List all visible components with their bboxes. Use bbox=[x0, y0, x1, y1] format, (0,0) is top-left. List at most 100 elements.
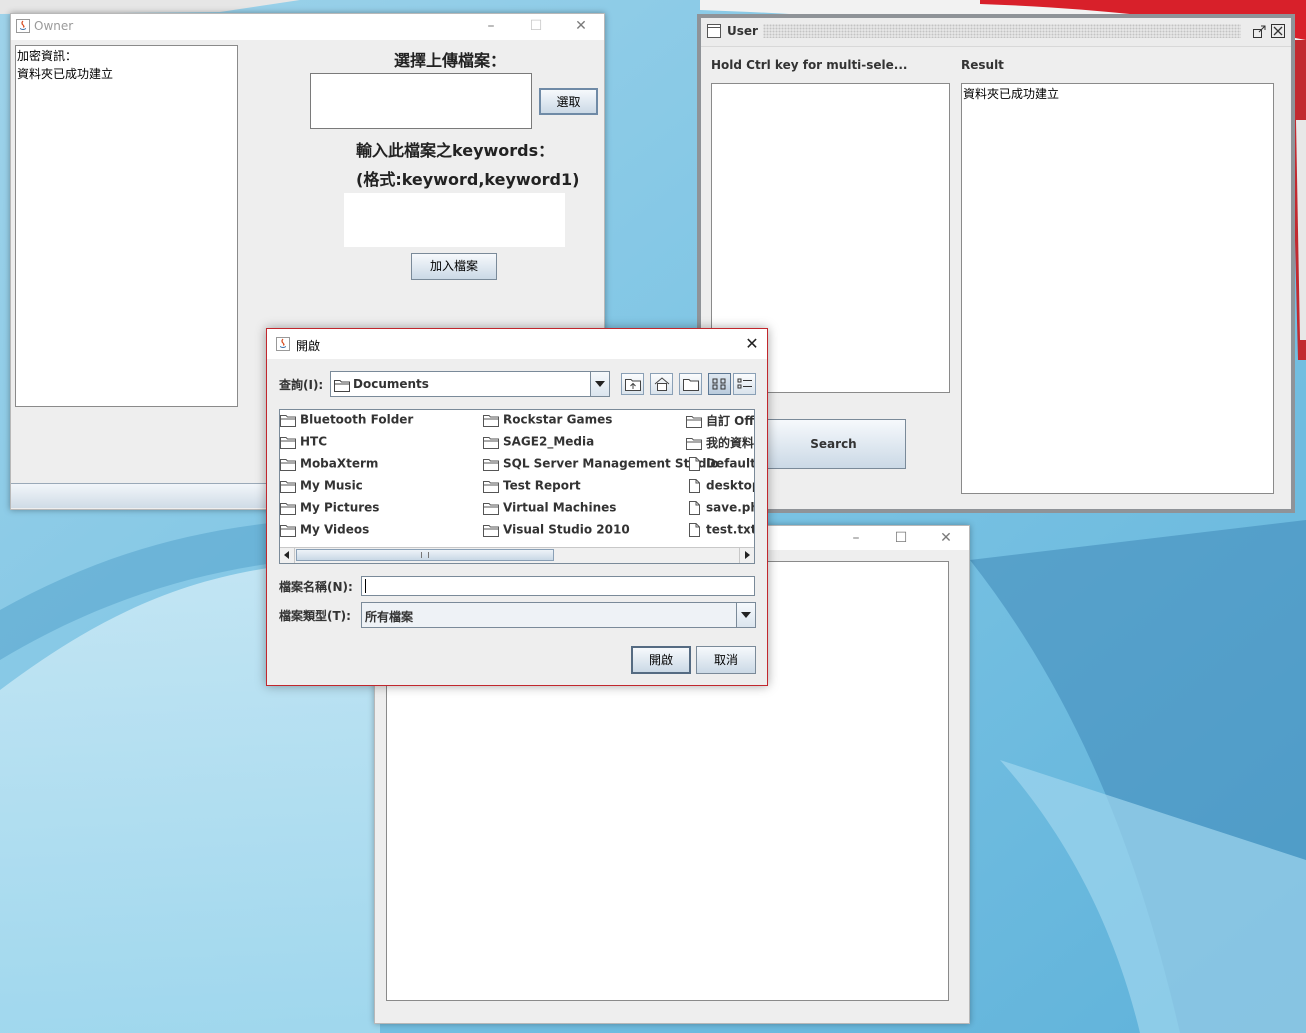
result-label: Result bbox=[961, 58, 1004, 72]
new-folder-button[interactable] bbox=[679, 373, 702, 395]
file-list-item[interactable]: MobaXterm bbox=[280, 456, 378, 474]
owner-window-title: Owner bbox=[34, 19, 74, 33]
folder-icon bbox=[686, 415, 702, 428]
file-type-value: 所有檔案 bbox=[365, 610, 414, 624]
file-name: Virtual Machines bbox=[503, 500, 617, 515]
horizontal-scrollbar[interactable] bbox=[280, 547, 754, 563]
file-list-item[interactable]: 自訂 Office bbox=[686, 412, 754, 430]
dialog-close-button[interactable]: ✕ bbox=[741, 335, 763, 353]
close-button[interactable]: ✕ bbox=[935, 529, 957, 547]
file-list-item[interactable]: Default.rdp bbox=[686, 456, 754, 474]
folder-icon bbox=[483, 458, 499, 471]
file-list-item[interactable]: My Pictures bbox=[280, 500, 379, 518]
look-in-label: 查詢(I): bbox=[279, 378, 324, 392]
file-name: Test Report bbox=[503, 478, 581, 493]
file-name-cursor bbox=[365, 579, 366, 593]
up-folder-icon bbox=[625, 379, 641, 391]
titlebar-pattern bbox=[763, 24, 1241, 38]
open-button[interactable]: 開啟 bbox=[631, 646, 691, 674]
list-view-button[interactable] bbox=[708, 373, 731, 395]
chevron-down-icon[interactable] bbox=[736, 603, 755, 627]
choose-file-button[interactable]: 選取 bbox=[539, 88, 598, 115]
maximize-button[interactable]: ☐ bbox=[525, 17, 547, 35]
encryption-log-area[interactable]: 加密資訊： 資料夾已成功建立 bbox=[15, 45, 238, 407]
folder-icon bbox=[280, 502, 296, 515]
file-list-item[interactable]: My Videos bbox=[280, 522, 369, 540]
user-titlebar: User bbox=[701, 18, 1291, 47]
minimize-button[interactable]: – bbox=[845, 529, 867, 547]
up-one-level-button[interactable] bbox=[621, 373, 644, 395]
cancel-button[interactable]: 取消 bbox=[696, 646, 756, 674]
file-name: My Music bbox=[300, 478, 363, 493]
scroll-thumb[interactable] bbox=[296, 549, 554, 561]
minimize-button[interactable]: – bbox=[480, 17, 502, 35]
log-line: 資料夾已成功建立 bbox=[17, 67, 114, 81]
file-icon bbox=[689, 456, 700, 471]
folder-icon bbox=[280, 414, 296, 427]
folder-icon bbox=[280, 436, 296, 449]
folder-icon bbox=[280, 524, 296, 537]
file-name: My Videos bbox=[300, 522, 370, 537]
user-window: User Hold Ctrl key for multi-sele... Res… bbox=[697, 14, 1295, 513]
file-list-item[interactable]: 我的資料來源 bbox=[686, 434, 755, 452]
file-list[interactable]: Bluetooth Folder HTC MobaXterm My Music My P… bbox=[279, 409, 755, 564]
file-list-item[interactable]: SQL Server Management Studio bbox=[483, 456, 719, 474]
scroll-left-arrow[interactable] bbox=[280, 548, 295, 563]
file-list-item[interactable]: SAGE2_Media bbox=[483, 434, 594, 452]
window-icon bbox=[707, 24, 721, 38]
home-button[interactable] bbox=[650, 373, 673, 395]
close-icon[interactable] bbox=[1271, 24, 1285, 38]
file-icon bbox=[689, 478, 700, 493]
file-name: 我的資料來源 bbox=[706, 436, 755, 450]
file-name-label: 檔案名稱(N): bbox=[279, 580, 353, 594]
file-name: desktop.ini bbox=[706, 478, 754, 493]
dialog-title: 開啟 bbox=[296, 339, 321, 353]
file-list-item[interactable]: desktop.ini bbox=[686, 478, 754, 496]
file-name-input[interactable] bbox=[361, 576, 755, 596]
folder-icon bbox=[483, 524, 499, 537]
add-file-button[interactable]: 加入檔案 bbox=[411, 253, 497, 280]
selected-file-field[interactable] bbox=[310, 73, 532, 129]
home-icon bbox=[654, 377, 670, 391]
file-list-item[interactable]: Test Report bbox=[483, 478, 581, 496]
folder-icon bbox=[483, 414, 499, 427]
look-in-combo[interactable]: Documents bbox=[330, 371, 610, 397]
file-list-item[interactable]: Virtual Machines bbox=[483, 500, 616, 518]
file-list-item[interactable]: Bluetooth Folder bbox=[280, 412, 413, 430]
file-list-item[interactable]: Visual Studio 2010 bbox=[483, 522, 630, 540]
file-list-item[interactable]: HTC bbox=[280, 434, 327, 452]
keywords-format-hint: (格式:keyword,keyword1) bbox=[356, 170, 580, 189]
folder-icon bbox=[483, 436, 499, 449]
file-list-item[interactable]: test.txt bbox=[686, 522, 755, 540]
keywords-input[interactable] bbox=[344, 193, 565, 247]
file-name: Bluetooth Folder bbox=[300, 412, 414, 427]
folder-icon bbox=[483, 502, 499, 515]
scroll-right-arrow[interactable] bbox=[739, 548, 754, 563]
chevron-down-icon[interactable] bbox=[590, 372, 609, 396]
look-in-value: Documents bbox=[353, 377, 429, 391]
select-file-label: 選擇上傳檔案： bbox=[394, 51, 507, 70]
file-name: Rockstar Games bbox=[503, 412, 613, 427]
file-type-label: 檔案類型(T): bbox=[279, 609, 351, 623]
file-list-item[interactable]: Rockstar Games bbox=[483, 412, 612, 430]
folder-icon bbox=[280, 480, 296, 493]
close-button[interactable]: ✕ bbox=[570, 17, 592, 35]
maximize-button[interactable]: ☐ bbox=[890, 529, 912, 547]
file-name: 自訂 Office bbox=[706, 414, 754, 428]
details-view-button[interactable] bbox=[733, 373, 756, 395]
file-name: Visual Studio 2010 bbox=[503, 522, 630, 537]
file-list-item[interactable]: My Music bbox=[280, 478, 363, 496]
file-type-combo[interactable]: 所有檔案 bbox=[361, 602, 756, 628]
folder-icon bbox=[280, 458, 296, 471]
search-button[interactable]: Search bbox=[761, 419, 906, 469]
restore-icon[interactable] bbox=[1253, 24, 1267, 38]
folder-icon bbox=[483, 480, 499, 493]
result-area[interactable]: 資料夾已成功建立 bbox=[961, 83, 1274, 494]
details-view-icon bbox=[737, 378, 752, 389]
file-name: test.txt bbox=[706, 522, 755, 537]
file-name: Default.rdp bbox=[706, 456, 754, 471]
folder-icon bbox=[334, 380, 350, 392]
multi-select-hint: Hold Ctrl key for multi-sele... bbox=[711, 58, 908, 72]
file-list-item[interactable]: save.php bbox=[686, 500, 754, 518]
java-icon bbox=[276, 337, 290, 351]
